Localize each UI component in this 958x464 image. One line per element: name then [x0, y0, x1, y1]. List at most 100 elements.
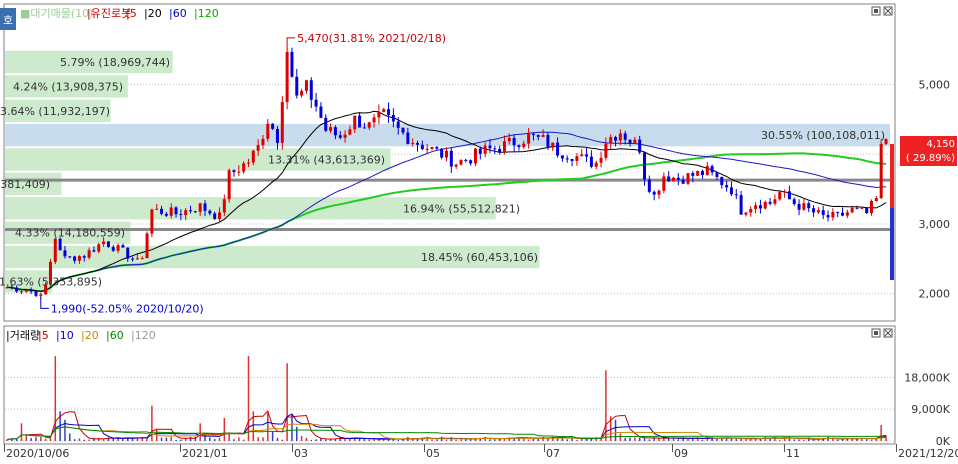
candle-body	[546, 135, 549, 148]
supply-label: 18.45% (60,453,106)	[421, 251, 538, 264]
candle-body	[382, 109, 385, 112]
candle-body	[402, 128, 405, 133]
restore-icon-inner	[874, 331, 878, 335]
candle-body	[184, 210, 187, 215]
candle-body	[358, 116, 361, 128]
candle-body	[817, 210, 820, 212]
candle-body	[290, 52, 293, 77]
candle-body	[165, 214, 168, 216]
candle-body	[575, 156, 578, 161]
candle-body	[228, 170, 231, 199]
candle-body	[281, 102, 284, 143]
candle-body	[266, 124, 269, 139]
candle-body	[798, 204, 801, 210]
candle-body	[237, 172, 240, 173]
volume-legend-item: |60	[106, 329, 124, 342]
supply-label: 4.33% (14,180,559)	[15, 227, 125, 240]
candle-body	[812, 208, 815, 212]
supply-bar	[5, 124, 890, 146]
candle-body	[242, 163, 245, 171]
candle-body	[831, 212, 834, 217]
candle-body	[836, 212, 839, 213]
candle-body	[744, 213, 747, 215]
x-tick-label: 2021/12/20	[898, 447, 958, 460]
candle-body	[629, 140, 632, 144]
candle-body	[638, 140, 641, 153]
candle-body	[136, 258, 139, 259]
volume-tick-label: 9,000K	[911, 403, 950, 416]
candle-body	[706, 166, 709, 175]
candle-body	[624, 133, 627, 139]
volume-tick-label: 18,000K	[904, 371, 950, 384]
candle-body	[295, 77, 298, 96]
candle-body	[324, 118, 327, 131]
candle-body	[146, 233, 149, 258]
candle-body	[344, 135, 347, 138]
candle-body	[459, 160, 462, 165]
candle-body	[218, 212, 221, 219]
candle-body	[464, 160, 467, 161]
candle-body	[257, 145, 260, 151]
candle-body	[585, 154, 588, 156]
candle-body	[469, 160, 472, 163]
candle-body	[435, 147, 438, 149]
candle-body	[604, 144, 607, 158]
candle-body	[691, 173, 694, 176]
candle-body	[261, 139, 264, 145]
candle-body	[426, 149, 429, 150]
candle-body	[648, 180, 651, 192]
candle-body	[286, 52, 289, 102]
candle-body	[769, 202, 772, 204]
candle-body	[300, 91, 303, 96]
candle-body	[778, 192, 781, 199]
candle-body	[329, 127, 332, 131]
candle-body	[498, 149, 501, 153]
candle-body	[522, 144, 525, 148]
x-tick-label: 03	[294, 447, 308, 460]
candle-body	[199, 203, 202, 211]
candle-body	[662, 176, 665, 190]
candle-body	[735, 194, 738, 195]
candle-body	[68, 256, 71, 257]
candle-body	[121, 245, 124, 247]
candle-body	[334, 127, 337, 135]
candle-body	[527, 134, 530, 144]
price-tick-label: 2,000	[919, 288, 951, 301]
candle-body	[150, 209, 153, 233]
candle-body	[310, 80, 313, 99]
candle-body	[30, 291, 33, 292]
candle-body	[802, 203, 805, 209]
volume-legend-item: |5	[38, 329, 49, 342]
current-price-change: ( 29.89%)	[906, 153, 955, 164]
candle-body	[493, 148, 496, 149]
x-tick-label: 11	[786, 447, 800, 460]
candle-body	[126, 248, 129, 259]
candle-body	[856, 208, 859, 209]
candle-body	[319, 107, 322, 118]
candle-body	[406, 133, 409, 144]
candle-body	[860, 208, 863, 209]
candle-body	[513, 138, 516, 145]
candle-body	[749, 209, 752, 213]
candle-body	[571, 159, 574, 161]
candle-body	[590, 157, 593, 167]
candle-body	[532, 134, 535, 135]
restore-icon-inner	[874, 9, 878, 13]
volume-legend-item: |거래량	[6, 329, 40, 342]
candle-body	[305, 80, 308, 91]
candle-body	[865, 208, 868, 213]
candle-body	[474, 149, 477, 164]
candle-body	[822, 210, 825, 215]
candle-body	[677, 178, 680, 180]
candle-body	[411, 143, 414, 144]
candle-body	[653, 192, 656, 195]
candle-body	[450, 151, 453, 167]
high-annotation-label: 5,470(31.81% 2021/02/18)	[297, 32, 446, 45]
candle-body	[97, 244, 100, 251]
candle-body	[600, 158, 603, 163]
candle-body	[392, 115, 395, 121]
candle-body	[517, 145, 520, 147]
candle-body	[179, 214, 182, 215]
candle-body	[672, 178, 675, 182]
candle-body	[416, 143, 419, 145]
